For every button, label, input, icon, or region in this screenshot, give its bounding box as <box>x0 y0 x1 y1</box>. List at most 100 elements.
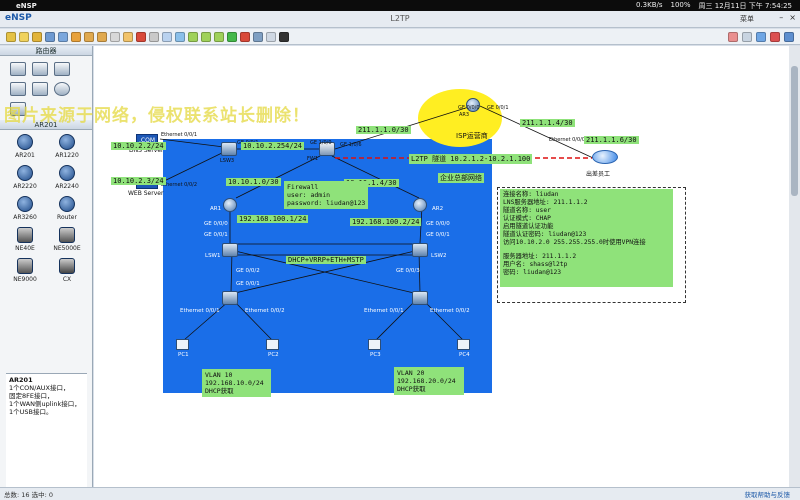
status-bar: 总数: 16 选中: 0 获取帮助与反馈 <box>0 487 800 500</box>
node-label: LSW2 <box>431 253 447 259</box>
text-icon[interactable] <box>162 31 172 42</box>
info-line: 192.168.20.0/24 <box>397 377 456 385</box>
device-ar3260[interactable]: AR3260 <box>4 196 46 221</box>
router-section-title: 路由器 <box>0 46 92 56</box>
forum-icon[interactable] <box>756 31 766 42</box>
new-topology-icon[interactable] <box>6 31 16 42</box>
cloud-icon[interactable] <box>592 150 618 164</box>
delete-link-icon[interactable] <box>149 31 159 42</box>
chassis-icon <box>17 227 33 243</box>
node-label: PC1 <box>178 352 189 358</box>
device-cx[interactable]: CX <box>46 258 88 283</box>
help-feedback-link[interactable]: 获取帮助与反馈 <box>745 489 791 499</box>
router-icon <box>413 198 427 212</box>
node-label: AR2 <box>432 206 444 212</box>
select-icon[interactable] <box>110 31 120 42</box>
terminal-category-icon[interactable] <box>32 82 48 96</box>
device-label: CX <box>62 276 72 283</box>
device-ne40e[interactable]: NE40E <box>4 227 46 252</box>
clock[interactable]: 周三 12月11日 下午 7:54:25 <box>699 1 792 11</box>
delete-icon[interactable] <box>136 31 146 42</box>
device-label: NE5000E <box>53 245 81 252</box>
port-label: Ethernet 0/0/0 <box>549 137 586 143</box>
device-ar2240[interactable]: AR2240 <box>46 165 88 190</box>
lsw1-switch[interactable] <box>222 243 238 257</box>
wlan-category-icon[interactable] <box>54 62 70 76</box>
node-label: AR1 <box>210 206 222 212</box>
isp-remote-label: 211.1.1.4/30 <box>520 119 575 127</box>
cloud-category-icon[interactable] <box>54 82 70 96</box>
device-ar2220[interactable]: AR2220 <box>4 165 46 190</box>
pc3-icon[interactable] <box>368 339 381 350</box>
pc4-icon[interactable] <box>457 339 470 350</box>
switch-icon <box>412 291 428 305</box>
stop-device-icon[interactable] <box>240 31 250 42</box>
settings-icon[interactable] <box>742 31 752 42</box>
port-label: GE 0/0/1 <box>426 232 450 238</box>
router-icon <box>17 196 33 212</box>
access-switch-1[interactable] <box>222 291 238 305</box>
web-ip-label: 10.10.2.3/24 <box>111 177 166 185</box>
vertical-scrollbar[interactable] <box>789 46 800 487</box>
undo-icon[interactable] <box>84 31 94 42</box>
device-label: AR3260 <box>13 214 37 221</box>
switch-category-icon[interactable] <box>32 62 48 76</box>
help-icon[interactable] <box>784 31 794 42</box>
chat-icon[interactable] <box>728 31 738 42</box>
lsw3-switch[interactable] <box>221 142 237 156</box>
device-grid: AR201 AR1220 AR2220 AR2240 AR3260 Router… <box>0 130 92 287</box>
menubar-app-name[interactable]: eNSP <box>16 2 37 10</box>
lsw3-ip-label: 10.10.2.254/24 <box>241 142 305 150</box>
device-ne5000e[interactable]: NE5000E <box>46 227 88 252</box>
info-line: 192.168.10.0/24 <box>205 379 264 387</box>
open-folder-icon[interactable] <box>32 31 42 42</box>
window-title: L2TP <box>390 14 410 23</box>
port-label: GE 1/0/6 <box>340 142 362 148</box>
huawei-icon[interactable] <box>770 31 780 42</box>
node-label: LSW1 <box>205 253 221 259</box>
lsw2-switch[interactable] <box>412 243 428 257</box>
hand-icon[interactable] <box>123 31 133 42</box>
palette-icon[interactable] <box>175 31 185 42</box>
save-as-icon[interactable] <box>58 31 68 42</box>
port-label: GE 0/0/1 <box>487 105 509 111</box>
info-line: DHCP获取 <box>397 385 426 393</box>
device-label: NE9000 <box>13 276 37 283</box>
node-label: FW1 <box>307 156 319 162</box>
zoom-out-icon[interactable] <box>201 31 211 42</box>
capture-icon[interactable] <box>253 31 263 42</box>
router-icon <box>17 165 33 181</box>
minimize-button[interactable]: – <box>779 13 783 22</box>
access-switch-2[interactable] <box>412 291 428 305</box>
new-exam-icon[interactable] <box>19 31 29 42</box>
firewall-category-icon[interactable] <box>10 82 26 96</box>
save-icon[interactable] <box>45 31 55 42</box>
ar1-router[interactable] <box>222 198 238 212</box>
device-ne9000[interactable]: NE9000 <box>4 258 46 283</box>
print-icon[interactable] <box>71 31 81 42</box>
zoom-reset-icon[interactable] <box>214 31 224 42</box>
pc1-icon[interactable] <box>176 339 189 350</box>
close-button[interactable]: × <box>789 13 796 22</box>
topology-icon[interactable] <box>266 31 276 42</box>
ar2-router[interactable] <box>412 198 428 212</box>
cli-icon[interactable] <box>279 31 289 42</box>
scrollbar-thumb[interactable] <box>791 66 798 196</box>
battery-level[interactable]: 100% <box>671 1 691 11</box>
system-menubar: eNSP 0.3KB/s 100% 周三 12月11日 下午 7:54:25 <box>0 0 800 11</box>
device-router[interactable]: Router <box>46 196 88 221</box>
switch-icon <box>412 243 428 257</box>
pc2-icon[interactable] <box>266 339 279 350</box>
isp-caption: ISP运营商 <box>456 132 488 140</box>
switch-icon <box>222 243 238 257</box>
menu-button[interactable]: 菜单 <box>740 14 754 24</box>
zoom-in-icon[interactable] <box>188 31 198 42</box>
router-category-icon[interactable] <box>10 62 26 76</box>
config-line: 连接名称: liudan <box>503 191 559 198</box>
port-label: Ethernet 0/0/1 <box>161 132 198 138</box>
device-ar201[interactable]: AR201 <box>4 134 46 159</box>
redo-icon[interactable] <box>97 31 107 42</box>
start-device-icon[interactable] <box>227 31 237 42</box>
config-line: 认证模式: CHAP <box>503 215 551 222</box>
device-ar1220[interactable]: AR1220 <box>46 134 88 159</box>
